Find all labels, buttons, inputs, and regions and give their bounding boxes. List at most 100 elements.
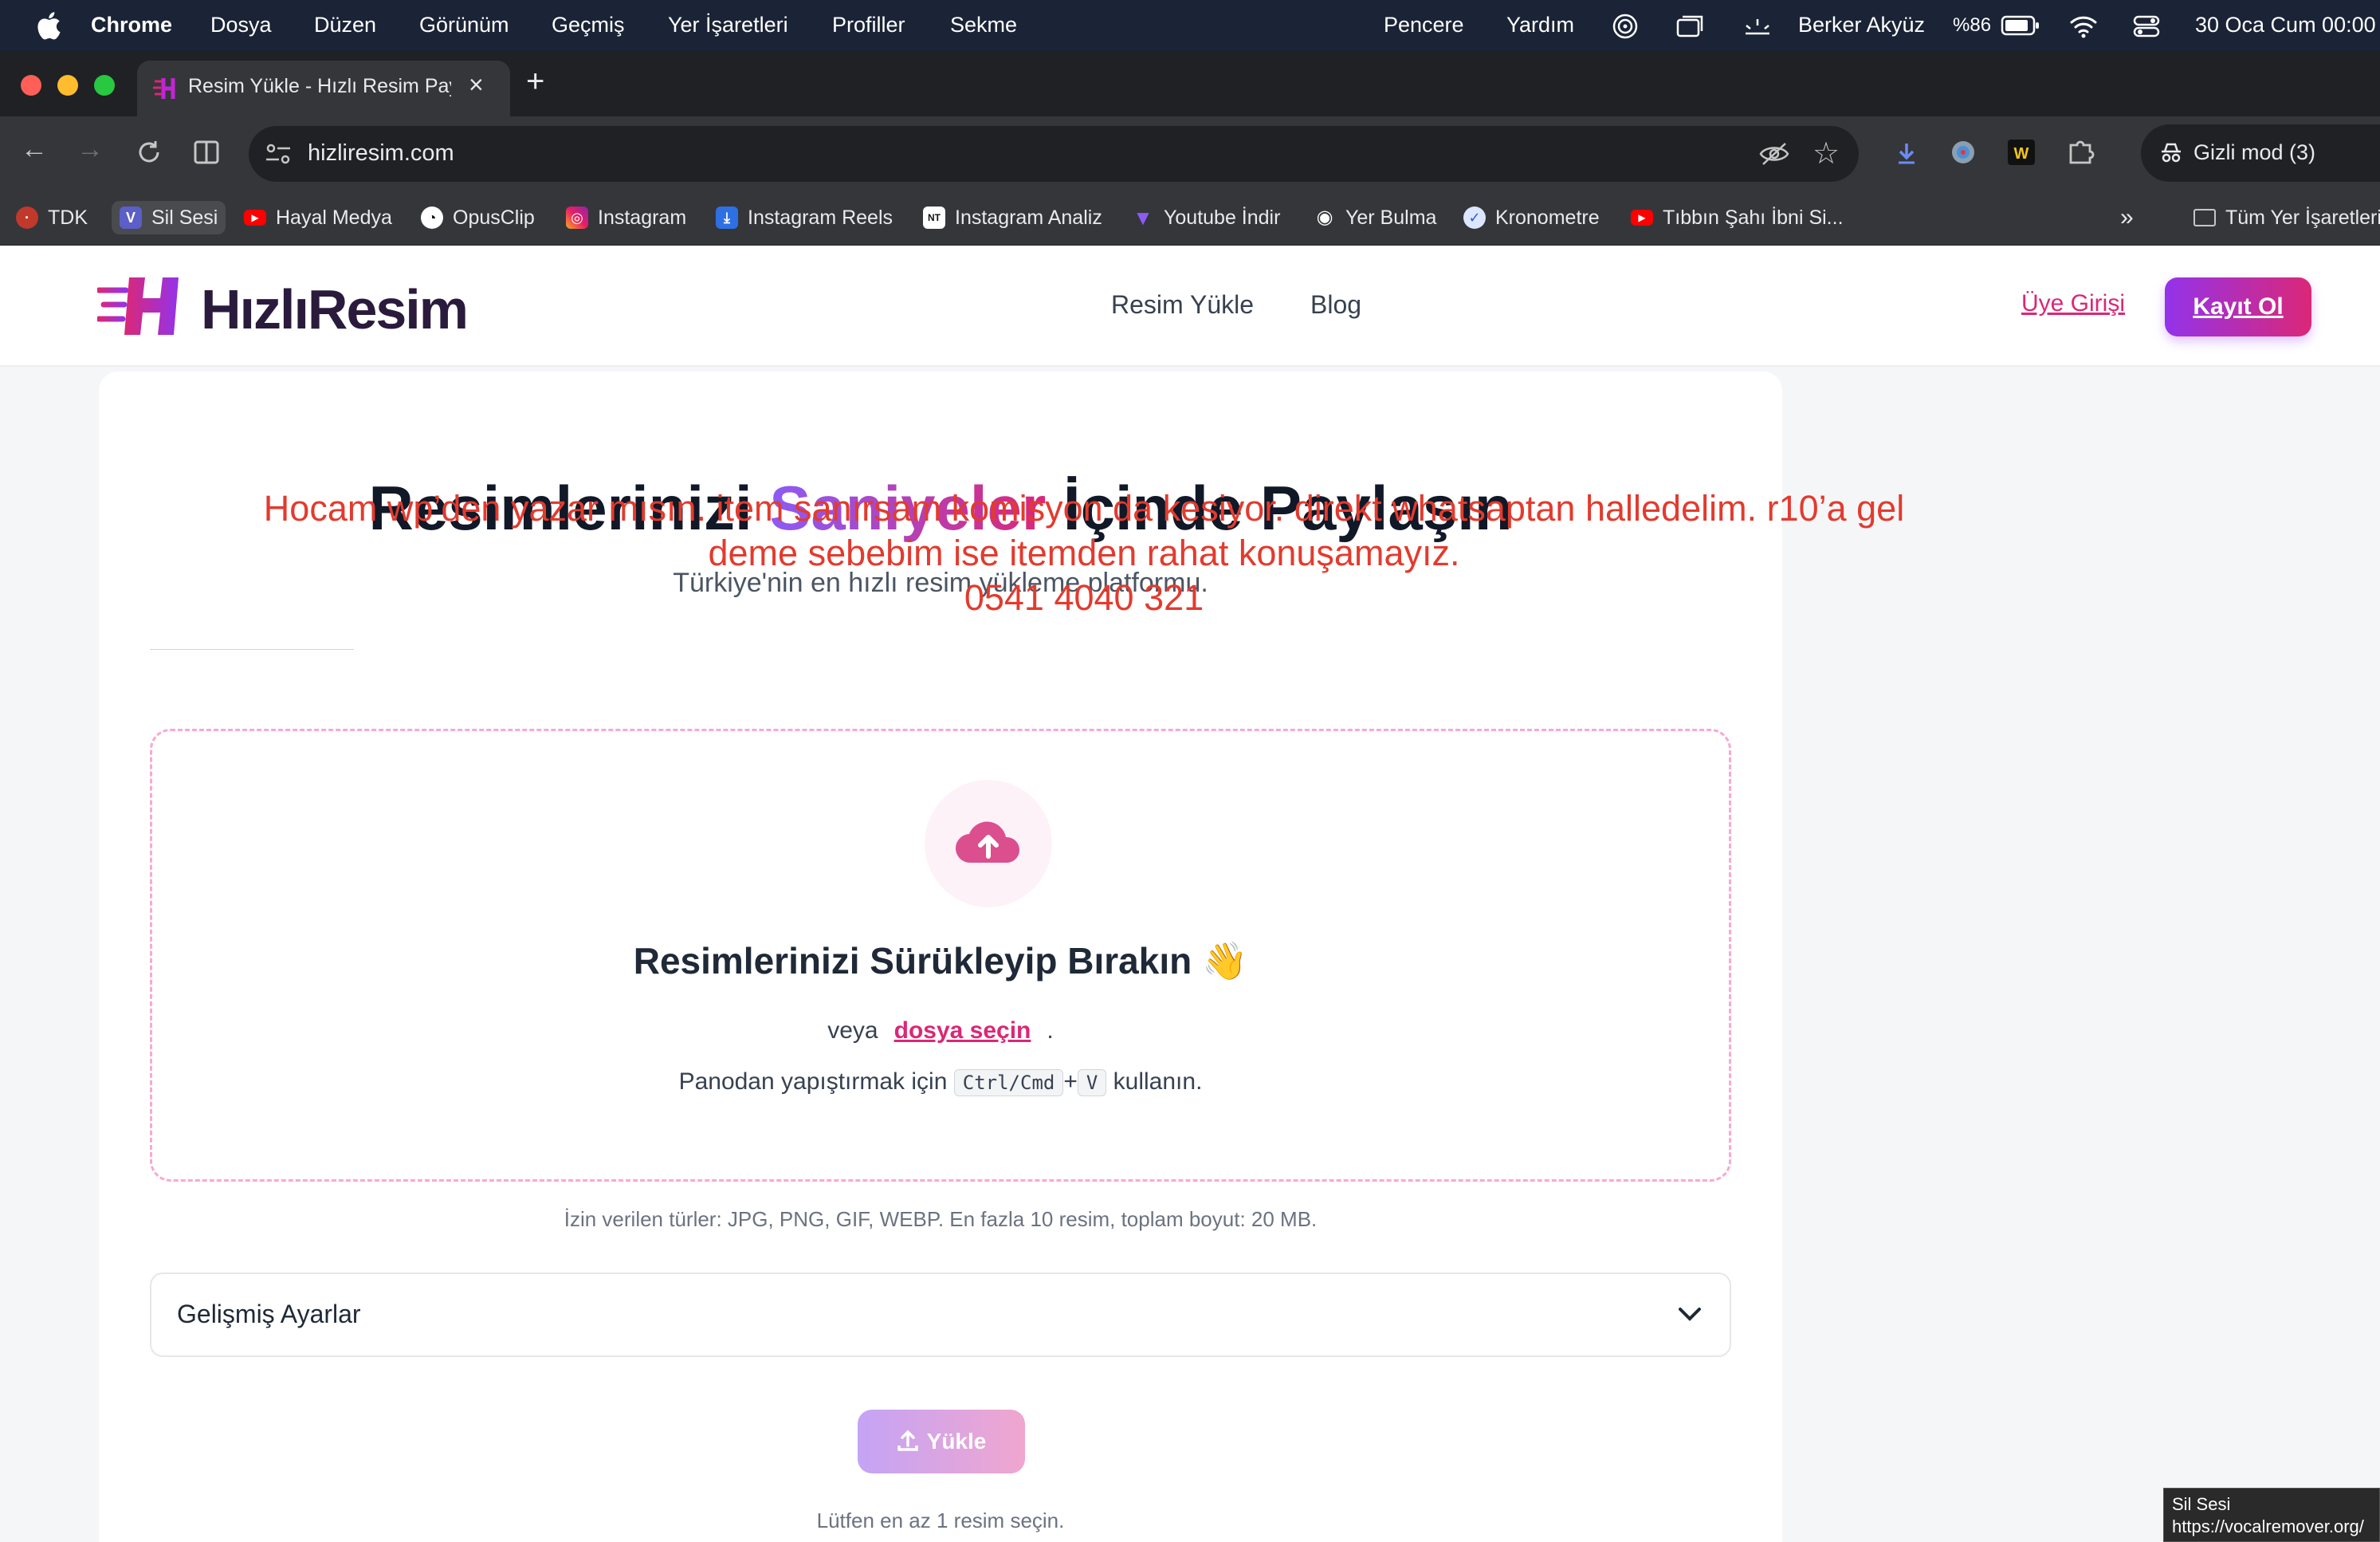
battery-icon[interactable]: [2001, 14, 2040, 37]
bookmark-sil-sesi[interactable]: V Sil Sesi: [112, 201, 226, 234]
nav-resim-yukle[interactable]: Resim Yükle: [1111, 290, 1254, 320]
extensions-puzzle-icon[interactable]: [2066, 137, 2095, 166]
eye-off-icon[interactable]: [1758, 140, 1790, 167]
back-icon[interactable]: ←: [21, 134, 48, 165]
incognito-indicator[interactable]: Gizli mod (3): [2141, 124, 2380, 182]
window-close-button[interactable]: [21, 75, 41, 96]
allowed-types-text: İzin verilen türler: JPG, PNG, GIF, WEBP…: [564, 1207, 1318, 1231]
choose-file-link[interactable]: dosya seçin: [894, 1017, 1031, 1044]
tooltip-title: Sil Sesi: [2172, 1494, 2231, 1514]
bookmark-yer-bulma[interactable]: ◉ Yer Bulma: [1314, 201, 1437, 234]
incognito-icon: [2162, 143, 2181, 163]
menu-item-window[interactable]: Pencere: [1384, 13, 1464, 37]
apple-icon[interactable]: [33, 10, 62, 41]
period-text: .: [1047, 1017, 1054, 1044]
menu-item-help[interactable]: Yardım: [1506, 13, 1574, 37]
hizliresim-logo-icon[interactable]: [97, 273, 193, 340]
sil-sesi-icon: V: [120, 207, 142, 229]
address-bar[interactable]: hizliresim.com ☆: [249, 126, 1859, 182]
menu-item-file[interactable]: Dosya: [210, 13, 272, 37]
tab-title: Resim Yükle - Hızlı Resim Paylaşım: [188, 75, 451, 97]
svg-text:W: W: [2014, 145, 2029, 163]
youtube-icon: ▶: [1631, 210, 1653, 226]
folder-icon: [2193, 209, 2216, 226]
hizliresim-favicon-icon: [153, 78, 175, 99]
menu-item-history[interactable]: Geçmiş: [552, 13, 625, 37]
control-center-icon[interactable]: [2133, 14, 2160, 38]
dropzone-title: Resimlerinizi Sürükleyip Bırakın 👋: [633, 940, 1248, 981]
opusclip-icon: ◔: [421, 207, 443, 229]
menu-item-bookmarks[interactable]: Yer İşaretleri: [668, 13, 788, 37]
tab-close-icon[interactable]: ×: [469, 70, 484, 100]
menubar-user-name[interactable]: Berker Akyüz: [1798, 13, 1925, 37]
new-tab-button[interactable]: +: [526, 64, 544, 100]
kbd-plus: +: [1063, 1068, 1078, 1095]
download-extension-icon[interactable]: [1895, 140, 1918, 166]
bookmark-ibni-sina[interactable]: ▶ Tıbbın Şahı İbni Si...: [1631, 201, 1844, 234]
site-info-icon[interactable]: [265, 142, 292, 166]
overlay-line: Hocam wp’den yazar mısın. item sanırsam …: [263, 488, 1905, 529]
bookmark-kronometre[interactable]: ✓ Kronometre: [1463, 201, 1600, 234]
signup-button[interactable]: Kayıt Ol: [2165, 277, 2311, 336]
upload-button[interactable]: Yükle: [858, 1410, 1025, 1473]
bookmark-instagram-reels[interactable]: ⤓ Instagram Reels: [716, 201, 893, 234]
forward-icon[interactable]: →: [77, 134, 104, 165]
tooltip-url: https://vocalremover.org/: [2172, 1516, 2364, 1536]
window-zoom-button[interactable]: [94, 75, 115, 96]
download-icon: ⤓: [716, 207, 738, 229]
overlay-phone: 0541 4040 321: [964, 577, 1204, 618]
all-bookmarks-folder[interactable]: Tüm Yer İşaretleri: [2193, 201, 2380, 234]
bookmark-label: Kronometre: [1495, 206, 1600, 229]
login-link[interactable]: Üye Girişi: [2021, 290, 2125, 317]
paste-hint: Panodan yapıştırmak için Ctrl/Cmd + V kull…: [99, 1068, 1782, 1096]
macos-menubar: Chrome Dosya Düzen Görünüm Geçmiş Yer İş…: [0, 0, 2380, 51]
bookmark-youtube-indir[interactable]: ▼ Youtube İndir: [1132, 201, 1280, 234]
overlay-message: Hocam wp’den yazar mısın. item sanırsam …: [231, 486, 1937, 620]
bookmark-instagram-analiz[interactable]: NT Instagram Analiz: [923, 201, 1102, 234]
chevron-down-icon[interactable]: [1674, 1298, 1706, 1330]
paste-suffix: kullanın.: [1113, 1068, 1203, 1095]
menubar-datetime[interactable]: 30 Oca Cum 00:00: [2195, 13, 2376, 37]
menu-item-profiles[interactable]: Profiller: [832, 13, 905, 37]
w-extension-icon[interactable]: W: [2007, 139, 2036, 166]
youtube-icon: ▶: [244, 210, 266, 226]
dropzone-or-line: veya dosya seçin.: [99, 1017, 1782, 1044]
bookmark-tdk[interactable]: · TDK: [16, 201, 88, 234]
cloud-upload-icon: [955, 821, 1020, 863]
analytics-icon: NT: [923, 207, 945, 229]
menu-app-name[interactable]: Chrome: [91, 13, 172, 37]
site-logo-text[interactable]: HızlıResim: [201, 277, 469, 341]
wifi-icon[interactable]: [2069, 13, 2098, 38]
overlay-line: deme sebebim ise itemden rahat konuşamay…: [708, 533, 1460, 573]
url-text[interactable]: hizliresim.com: [308, 140, 454, 167]
kbd-ctrl-cmd: Ctrl/Cmd: [953, 1069, 1064, 1096]
bookmark-instagram[interactable]: ◎ Instagram: [566, 201, 686, 234]
reading-mode-icon[interactable]: [193, 139, 220, 166]
brightness-icon[interactable]: [1742, 14, 1773, 38]
tab-active[interactable]: Resim Yükle - Hızlı Resim Paylaşım ×: [137, 61, 510, 116]
airdrop-icon[interactable]: [1612, 13, 1639, 40]
nav-blog[interactable]: Blog: [1310, 290, 1361, 320]
menu-item-view[interactable]: Görünüm: [419, 13, 509, 37]
bookmark-opusclip[interactable]: ◔ OpusClip: [421, 201, 535, 234]
v-triangle-icon: ▼: [1133, 206, 1153, 230]
bookmark-star-icon[interactable]: ☆: [1812, 136, 1840, 171]
reload-icon[interactable]: [135, 139, 163, 166]
advanced-settings-accordion[interactable]: Gelişmiş Ayarlar: [150, 1273, 1731, 1357]
bookmark-label: Instagram: [598, 206, 687, 229]
battery-percent: %86: [1953, 14, 1992, 36]
extension-circle-icon[interactable]: [1950, 139, 1977, 166]
menu-item-tab[interactable]: Sekme: [950, 13, 1017, 37]
bookmarks-overflow-icon[interactable]: »: [2120, 201, 2134, 234]
menu-item-edit[interactable]: Düzen: [314, 13, 376, 37]
bookmark-hayal-medya[interactable]: ▶ Hayal Medya: [244, 201, 392, 234]
bookmarks-bar: · TDK V Sil Sesi ▶ Hayal Medya ◔ OpusClip ◎ I…: [0, 190, 2380, 246]
bookmark-tooltip: Sil Sesi https://vocalremover.org/: [2163, 1488, 2380, 1542]
window-switcher-icon[interactable]: [1675, 13, 1706, 40]
advanced-settings-label: Gelişmiş Ayarlar: [177, 1300, 361, 1328]
or-text: veya: [827, 1017, 878, 1044]
window-minimize-button[interactable]: [57, 75, 78, 96]
tdk-icon: ·: [16, 207, 38, 229]
paste-prefix: Panodan yapıştırmak için: [678, 1068, 948, 1095]
incognito-label: Gizli mod (3): [2193, 140, 2316, 164]
